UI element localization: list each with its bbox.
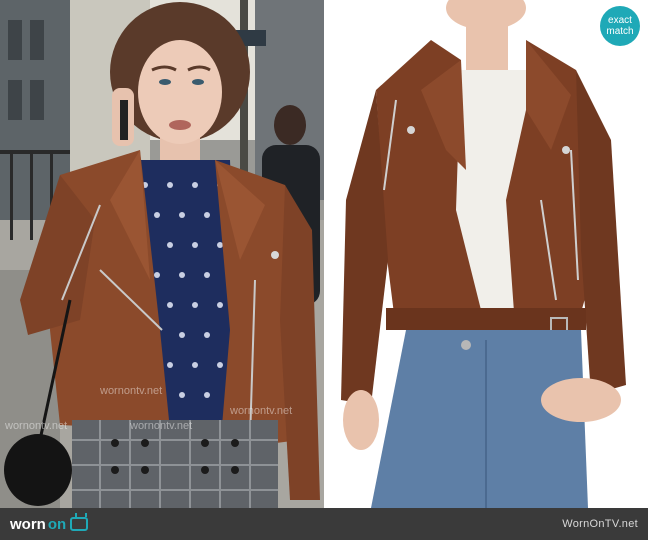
- badge-line1: exact: [608, 15, 632, 26]
- site-url: WornOnTV.net: [562, 518, 638, 530]
- logo-word-worn: worn: [10, 515, 46, 533]
- street-scene-image: [0, 0, 324, 508]
- badge-line2: match: [606, 26, 634, 37]
- site-logo[interactable]: worn on: [10, 515, 89, 533]
- product-image: [326, 0, 648, 508]
- right-photo: exact match: [326, 0, 648, 508]
- logo-word-on: on: [47, 515, 67, 533]
- tv-icon: [70, 517, 89, 531]
- exact-match-badge: exact match: [600, 6, 640, 46]
- left-photo: wornontv.net wornontv.net wornontv.net w…: [0, 0, 324, 508]
- footer-bar: worn on WornOnTV.net: [0, 508, 648, 540]
